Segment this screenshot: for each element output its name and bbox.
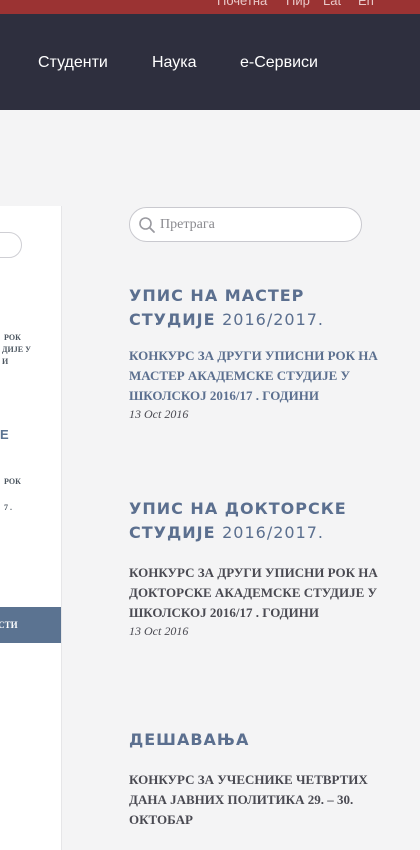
- sidebar-text-line: 7 .: [4, 503, 12, 512]
- nav-item-science[interactable]: Наука: [152, 54, 197, 72]
- post-title-link[interactable]: КОНКУРС ЗА УЧЕСНИКЕ ЧЕТВРТИХ ДАНА ЈАВНИХ…: [129, 770, 389, 830]
- post-title-link[interactable]: КОНКУРС ЗА ДРУГИ УПИСНИ РОК НА МАСТЕР АК…: [129, 346, 389, 406]
- top-link-english[interactable]: En: [358, 0, 374, 8]
- nav-item-e-services[interactable]: е-Сервиси: [240, 54, 318, 72]
- section-master-enrollment: УПИС НА МАСТЕР СТУДИЈЕ 2016/2017. КОНКУР…: [129, 284, 389, 422]
- section-events: ДЕШАВАЊА КОНКУРС ЗА УЧЕСНИКЕ ЧЕТВРТИХ ДА…: [129, 728, 389, 830]
- section-heading[interactable]: УПИС НА ДОКТОРСКЕ СТУДИЈЕ 2016/2017.: [129, 497, 389, 545]
- sidebar-search-pill[interactable]: [0, 232, 22, 258]
- sidebar-text-line: РОК: [4, 477, 21, 486]
- sidebar-heading-fragment: Е: [0, 427, 9, 442]
- post-date: 13 Oct 2016: [129, 407, 189, 421]
- search-input[interactable]: [160, 214, 350, 236]
- sidebar-text-line: РОК: [4, 333, 21, 342]
- search-box[interactable]: [129, 207, 362, 242]
- top-link-home[interactable]: Почетна: [217, 0, 267, 8]
- post-date: 13 Oct 2016: [129, 624, 189, 638]
- section-heading[interactable]: ДЕШАВАЊА: [129, 728, 389, 752]
- section-heading[interactable]: УПИС НА МАСТЕР СТУДИЈЕ 2016/2017.: [129, 284, 389, 332]
- top-link-latin[interactable]: Lat: [323, 0, 341, 8]
- top-bar: Почетна Пир Lat En: [0, 0, 420, 14]
- news-button[interactable]: ОВОСТИ: [0, 607, 61, 643]
- sidebar-text-line: ДИЈЕ У: [2, 345, 31, 354]
- left-sidebar-partial: РОК ДИЈЕ У И Е РОК 7 . ОВОСТИ: [0, 206, 62, 850]
- sidebar-text-line: И: [2, 357, 9, 366]
- search-icon: [139, 217, 155, 233]
- post-title-link[interactable]: КОНКУРС ЗА ДРУГИ УПИСНИ РОК НА ДОКТОРСКЕ…: [129, 563, 389, 623]
- nav-item-students[interactable]: Студенти: [38, 54, 108, 72]
- section-heading-year: 2016/2017.: [222, 310, 325, 329]
- section-doctoral-enrollment: УПИС НА ДОКТОРСКЕ СТУДИЈЕ 2016/2017. КОН…: [129, 497, 389, 639]
- section-heading-year: 2016/2017.: [222, 523, 325, 542]
- section-heading-text: ДЕШАВАЊА: [129, 730, 250, 749]
- top-link-cyrillic[interactable]: Пир: [286, 0, 310, 8]
- main-nav: Студенти Наука е-Сервиси: [0, 14, 420, 110]
- news-button-label: ОВОСТИ: [0, 620, 18, 630]
